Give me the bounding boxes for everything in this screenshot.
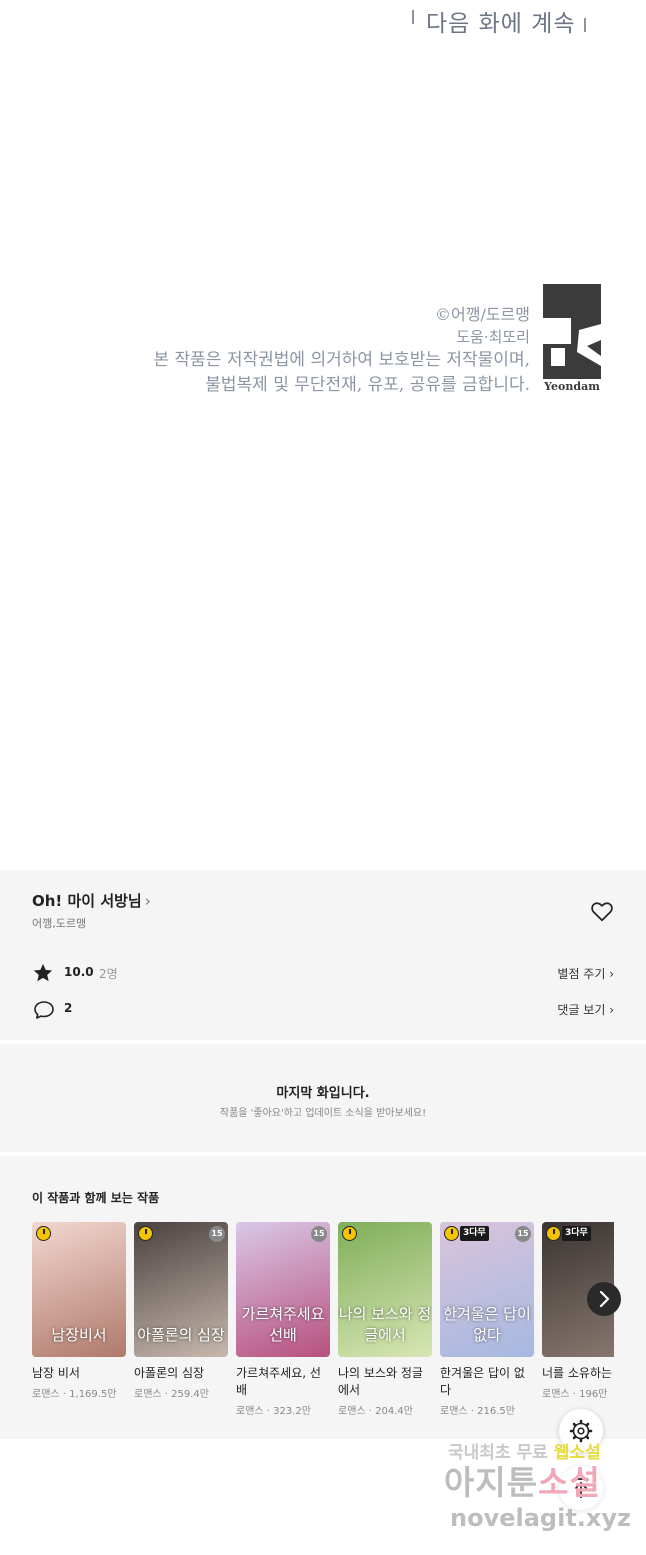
comment-count: 2	[64, 1001, 73, 1015]
free-episodes-badge: 3다무	[562, 1226, 591, 1241]
age-rating-badge: 15	[209, 1226, 225, 1242]
recommendation-title: 너를 소유하는	[542, 1366, 613, 1380]
recommendation-title: 아폴론의 심장	[134, 1366, 205, 1380]
notice-line-2: 불법복제 및 무단전재, 유포, 공유를 금합니다.	[205, 375, 530, 395]
last-episode-title: 마지막 화입니다.	[276, 1086, 370, 1101]
age-rating-badge: 15	[515, 1226, 531, 1242]
clock-icon	[546, 1226, 561, 1241]
next-episode-text: 다음 화에 계속	[426, 11, 576, 37]
recommendation-meta: 로맨스 · 216.5만	[440, 1406, 515, 1417]
notice-line-1: 본 작품은 저작권법에 의거하여 보호받는 저작물이며,	[153, 350, 530, 370]
cover-caption: 아폴론의 심장	[137, 1326, 225, 1344]
genre: 로맨스	[134, 1389, 162, 1400]
recommendation-title: 한겨울은 답이 없다	[440, 1366, 525, 1397]
chevron-right-icon: ›	[144, 892, 151, 910]
cover-thumbnail: 3다무 15 한겨울은 답이 없다	[440, 1222, 534, 1357]
cover-thumbnail: 15 아폴론의 심장	[134, 1222, 228, 1357]
recommendation-card[interactable]: 남장비서 남장 비서 로맨스 · 1,169.5만	[32, 1222, 126, 1400]
rating-value: 10.0	[64, 965, 94, 979]
work-title-link[interactable]: Oh! 마이 서방님 ›	[32, 890, 151, 911]
age-rating-badge: 15	[311, 1226, 327, 1242]
clock-icon	[342, 1226, 357, 1241]
next-episode-banner: 다음 화에 계속	[412, 2, 592, 37]
cover-thumbnail: 나의 보스와 정글에서	[338, 1222, 432, 1357]
genre: 로맨스	[542, 1389, 570, 1400]
recommendation-title: 가르쳐주세요, 선배	[236, 1366, 321, 1397]
recommendation-card[interactable]: 15 가르쳐주세요 선배 가르쳐주세요, 선배 로맨스 · 323.2만	[236, 1222, 330, 1417]
free-episodes-badge: 3다무	[460, 1226, 489, 1241]
view-count: 1,169.5만	[69, 1389, 117, 1400]
cover-caption: 가르쳐주세요 선배	[241, 1305, 325, 1344]
cover-thumbnail: 15 가르쳐주세요 선배	[236, 1222, 330, 1357]
work-author: 어깽,도르맹	[32, 917, 87, 930]
cover-thumbnail: 남장비서	[32, 1222, 126, 1357]
view-count: 216.5만	[477, 1406, 515, 1417]
banner-bar-left	[412, 10, 414, 24]
banner-bar-right	[584, 18, 586, 32]
cover-caption: 한겨울은 답이 없다	[443, 1305, 531, 1344]
chevron-right-icon	[599, 1290, 610, 1308]
watermark-line-2: 아지툰소설	[444, 1456, 601, 1504]
publisher-logo-text: Yeondam	[544, 380, 600, 393]
view-count: 259.4만	[171, 1389, 209, 1400]
view-count: 196만	[579, 1389, 608, 1400]
site-watermark: 국내최초 무료 웹소설 아지툰소설 novelagit.xyz	[440, 1436, 640, 1546]
copyright-text: ©어깽/도르맹	[435, 305, 530, 324]
recommendation-card[interactable]: 3다무 15 한겨울은 답이 없다 한겨울은 답이 없다 로맨스 · 216.5…	[440, 1222, 534, 1417]
rater-count: 2명	[99, 967, 118, 981]
heart-icon[interactable]	[589, 898, 615, 924]
cover-caption: 나의 보스와 정글에서	[338, 1305, 432, 1344]
watermark-highlight: 소설	[538, 1463, 601, 1502]
rate-button[interactable]: 별점 주기 ›	[557, 965, 614, 982]
genre: 로맨스	[440, 1406, 468, 1417]
recommendation-meta: 로맨스 · 323.2만	[236, 1406, 311, 1417]
carousel-next-button[interactable]	[587, 1282, 621, 1316]
star-icon	[32, 962, 54, 984]
cover-caption: 남장비서	[51, 1326, 107, 1344]
recommendation-meta: 로맨스 · 1,169.5만	[32, 1389, 117, 1400]
watermark-text: 아지툰	[444, 1463, 539, 1502]
recommendation-meta: 로맨스 · 204.4만	[338, 1406, 413, 1417]
assist-text: 도움·최또리	[456, 328, 530, 346]
last-episode-subtitle: 작품을 '좋아요'하고 업데이트 소식을 받아보세요!	[219, 1108, 427, 1119]
recommendation-title: 남장 비서	[32, 1366, 80, 1380]
clock-icon	[36, 1226, 51, 1241]
recommendation-card[interactable]: 15 아폴론의 심장 아폴론의 심장 로맨스 · 259.4만	[134, 1222, 228, 1400]
publisher-logo: Yeondam	[543, 284, 601, 396]
recommendation-card[interactable]: 나의 보스와 정글에서 나의 보스와 정글에서 로맨스 · 204.4만	[338, 1222, 432, 1417]
recommendation-heading: 이 작품과 함께 보는 작품	[32, 1191, 160, 1205]
view-count: 323.2만	[273, 1406, 311, 1417]
work-title: Oh! 마이 서방님	[32, 892, 142, 910]
view-count: 204.4만	[375, 1406, 413, 1417]
clock-icon	[138, 1226, 153, 1241]
genre: 로맨스	[338, 1406, 366, 1417]
recommendation-title: 나의 보스와 정글에서	[338, 1366, 423, 1397]
recommendation-meta: 로맨스 · 259.4만	[134, 1389, 209, 1400]
clock-icon	[444, 1226, 459, 1241]
speech-bubble-icon	[32, 998, 56, 1022]
genre: 로맨스	[32, 1389, 60, 1400]
genre: 로맨스	[236, 1406, 264, 1417]
watermark-url: novelagit.xyz	[450, 1504, 632, 1532]
recommendation-meta: 로맨스 · 196만	[542, 1389, 608, 1400]
credits-block: ©어깽/도르맹 도움·최또리 본 작품은 저작권법에 의거하여 보호받는 저작물…	[153, 304, 530, 398]
view-comments-button[interactable]: 댓글 보기 ›	[557, 1001, 614, 1018]
